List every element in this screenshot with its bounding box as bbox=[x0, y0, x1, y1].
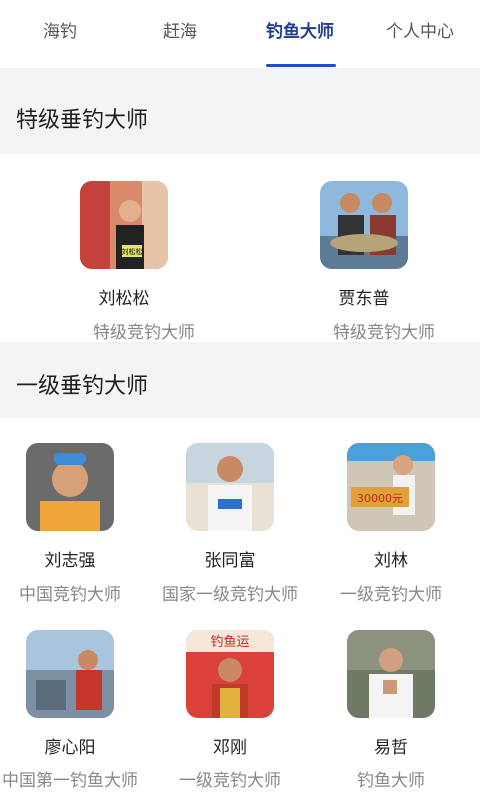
tab-personal-center[interactable]: 个人中心 bbox=[360, 0, 480, 68]
section-title: 一级垂钓大师 bbox=[16, 374, 149, 399]
master-name: 张同富 bbox=[204, 551, 256, 571]
master-rank: 特级竞钓大师 bbox=[333, 323, 435, 343]
avatar bbox=[26, 630, 114, 718]
tab-fishing-masters[interactable]: 钓鱼大师 bbox=[240, 0, 360, 68]
svg-text:刘松松: 刘松松 bbox=[122, 247, 143, 256]
active-tab-indicator bbox=[266, 64, 336, 67]
master-name: 廖心阳 bbox=[44, 738, 96, 758]
master-name: 刘松松 bbox=[98, 289, 150, 309]
master-name: 贾东普 bbox=[338, 289, 390, 309]
avatar: 钓鱼运 bbox=[186, 630, 274, 718]
master-rank: 特级竞钓大师 bbox=[93, 323, 195, 343]
master-rank: 国家一级竞钓大师 bbox=[162, 585, 298, 605]
svg-text:钓鱼运: 钓鱼运 bbox=[210, 634, 249, 650]
master-rank: 一级竞钓大师 bbox=[340, 585, 442, 605]
avatar bbox=[26, 443, 114, 531]
master-rank: 钓鱼大师 bbox=[357, 771, 425, 791]
master-rank: 一级竞钓大师 bbox=[179, 771, 281, 791]
avatar: 30000元 bbox=[347, 443, 435, 531]
avatar bbox=[347, 630, 435, 718]
avatar bbox=[186, 443, 274, 531]
section-header-first-grade: 一级垂钓大师 bbox=[0, 342, 480, 418]
svg-text:30000元: 30000元 bbox=[357, 492, 403, 505]
tab-sea-fishing[interactable]: 海钓 bbox=[0, 0, 120, 68]
section-header-special-grade: 特级垂钓大师 bbox=[0, 68, 480, 154]
section-title: 特级垂钓大师 bbox=[16, 108, 149, 133]
master-rank: 中国竞钓大师 bbox=[19, 585, 121, 605]
top-tab-bar: 海钓 赶海 钓鱼大师 个人中心 bbox=[0, 0, 480, 68]
avatar: 刘松松 bbox=[80, 181, 168, 269]
master-name: 邓刚 bbox=[213, 738, 247, 758]
master-name: 易哲 bbox=[374, 738, 408, 758]
tab-beach-combing[interactable]: 赶海 bbox=[120, 0, 240, 68]
avatar bbox=[320, 181, 408, 269]
master-rank: 中国第一钓鱼大师 bbox=[2, 771, 138, 791]
master-name: 刘林 bbox=[374, 551, 408, 571]
master-name: 刘志强 bbox=[44, 551, 96, 571]
